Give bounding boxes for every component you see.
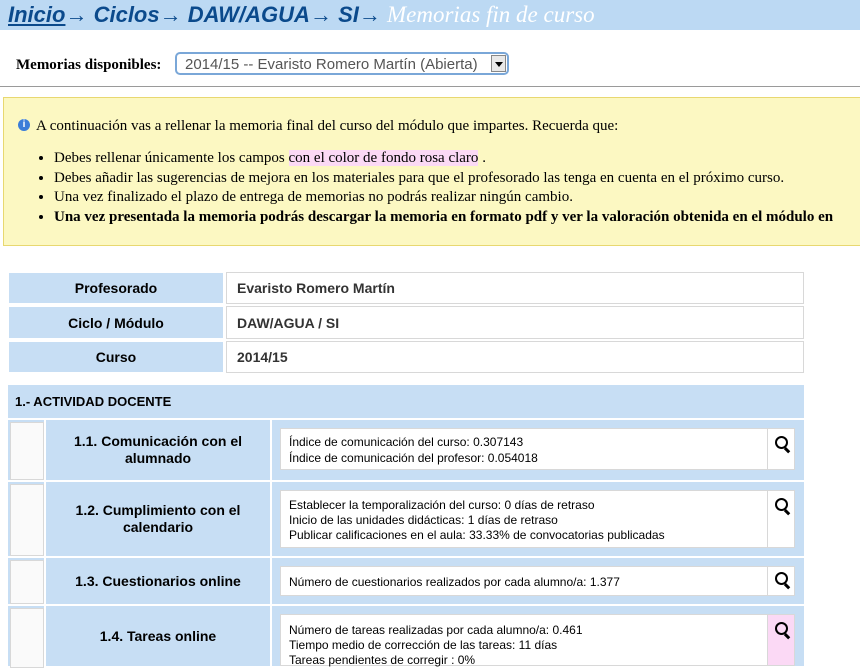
breadcrumb-inicio-link[interactable]: Inicio: [8, 2, 65, 27]
breadcrumb-modulo[interactable]: DAW/AGUA: [188, 2, 310, 27]
breadcrumb: Inicio→ Ciclos→ DAW/AGUA→ SI→ Memorias f…: [8, 2, 595, 28]
breadcrumb-si[interactable]: SI: [338, 2, 359, 27]
memorias-select-value: 2014/15 -- Evaristo Romero Martín (Abier…: [185, 56, 478, 73]
summary-value-profesorado: Evaristo Romero Martín: [226, 272, 804, 304]
magnifier-icon: [775, 622, 788, 635]
memorias-label: Memorias disponibles:: [16, 57, 162, 73]
detail-button[interactable]: [767, 428, 795, 470]
metric-line: Índice de comunicación del curso: 0.3071…: [289, 435, 524, 449]
magnifier-icon: [775, 436, 788, 449]
item-title: 1.3. Cuestionarios online: [46, 558, 270, 604]
metric-box: Número de cuestionarios realizados por c…: [280, 566, 768, 596]
metric-line: Número de cuestionarios realizados por c…: [289, 575, 620, 589]
detail-button[interactable]: [767, 566, 795, 596]
breadcrumb-bar: Inicio→ Ciclos→ DAW/AGUA→ SI→ Memorias f…: [0, 0, 860, 30]
metric-box: Número de tareas realizadas por cada alu…: [280, 614, 768, 667]
magnifier-icon: [775, 498, 788, 511]
summary-label-curso: Curso: [8, 341, 224, 373]
summary-value-ciclo: DAW/AGUA / SI: [226, 306, 804, 339]
info-item-text: Debes rellenar únicamente los campos: [54, 150, 289, 166]
metric-line: Publicar calificaciones en el aula: 33.3…: [289, 528, 665, 542]
item-title: 1.2. Cumplimiento con el calendario: [46, 482, 270, 556]
breadcrumb-ciclos[interactable]: Ciclos: [94, 2, 160, 27]
row-gutter-inner: [10, 560, 44, 604]
detail-button[interactable]: [767, 614, 795, 666]
metric-line: Inicio de las unidades didácticas: 1 día…: [289, 513, 558, 527]
breadcrumb-current: Memorias fin de curso: [387, 2, 595, 27]
metric-line: Tareas pendientes de corregir : 0%: [289, 653, 476, 667]
summary-label-ciclo: Ciclo / Módulo: [8, 306, 224, 339]
memorias-selector-row: Memorias disponibles: 2014/15 -- Evarist…: [0, 48, 860, 87]
chevron-down-icon[interactable]: [491, 55, 506, 72]
item-title: 1.1. Comunicación con el alumnado: [46, 420, 270, 480]
breadcrumb-arrow: →: [65, 2, 88, 27]
row-gutter-inner: [10, 422, 44, 480]
summary-label-profesorado: Profesorado: [8, 272, 224, 304]
metric-line: Índice de comunicación del profesor: 0.0…: [289, 451, 538, 465]
magnifier-icon: [775, 572, 788, 585]
metric-box: Establecer la temporalización del curso:…: [280, 490, 768, 548]
metric-box: Índice de comunicación del curso: 0.3071…: [280, 428, 768, 470]
breadcrumb-arrow: →: [159, 2, 182, 27]
info-icon: i: [18, 119, 30, 131]
breadcrumb-arrow: →: [309, 2, 332, 27]
section-title: 1.- ACTIVIDAD DOCENTE: [8, 385, 804, 418]
row-gutter-inner: [10, 608, 44, 668]
detail-button[interactable]: [767, 490, 795, 548]
metric-line: Establecer la temporalización del curso:…: [289, 498, 595, 512]
metric-line: Número de tareas realizadas por cada alu…: [289, 623, 583, 637]
item-title: 1.4. Tareas online: [46, 606, 270, 666]
info-item-highlight: con el color de fondo rosa claro: [288, 150, 479, 166]
info-item: Debes rellenar únicamente los campos con…: [54, 150, 833, 170]
summary-value-curso: 2014/15: [226, 341, 804, 373]
info-item: Una vez presentada la memoria podrás des…: [54, 209, 833, 229]
memorias-select[interactable]: 2014/15 -- Evaristo Romero Martín (Abier…: [175, 52, 509, 75]
info-list: Debes rellenar únicamente los campos con…: [24, 150, 833, 228]
info-intro: A continuación vas a rellenar la memoria…: [36, 118, 619, 134]
row-gutter-inner: [10, 484, 44, 556]
metric-line: Tiempo medio de corrección de las tareas…: [289, 638, 558, 652]
info-item: Una vez finalizado el plazo de entrega d…: [54, 189, 833, 209]
info-item-text: .: [478, 150, 486, 166]
info-panel: i A continuación vas a rellenar la memor…: [3, 97, 860, 246]
breadcrumb-arrow: →: [358, 2, 381, 27]
info-item: Debes añadir las sugerencias de mejora e…: [54, 170, 833, 190]
